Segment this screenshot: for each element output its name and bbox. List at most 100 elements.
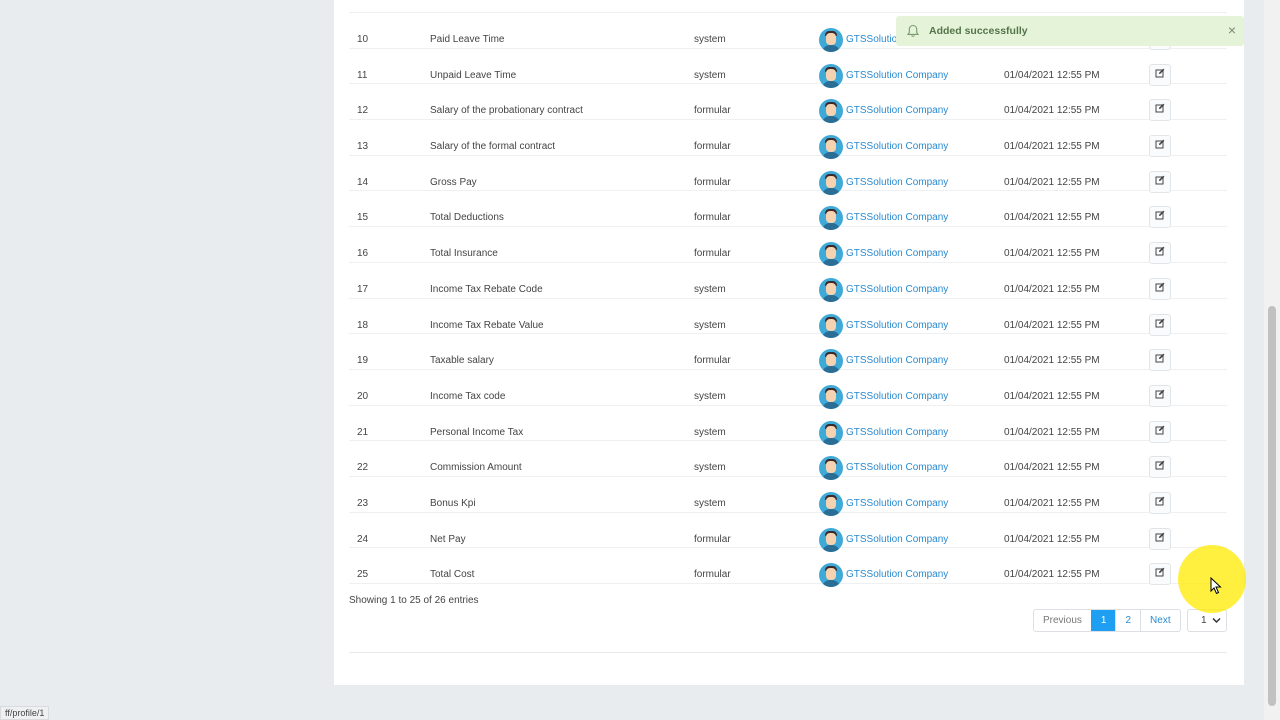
company-link[interactable]: GTSSolution Company	[846, 284, 948, 296]
row-actions	[1149, 63, 1171, 86]
toast-message: Added successfully	[929, 25, 1028, 37]
company-avatar	[819, 563, 843, 588]
edit-button[interactable]	[1149, 206, 1171, 229]
row-date: 01/04/2021 12:55 PM	[1004, 105, 1100, 117]
entries-table: 10 Paid Leave Time system GTSSolution Co…	[349, 0, 1227, 588]
edit-icon	[1155, 210, 1165, 224]
company-link[interactable]: GTSSolution Company	[846, 391, 948, 403]
edit-button[interactable]	[1149, 242, 1171, 265]
close-icon[interactable]: ×	[1228, 23, 1236, 37]
row-actions	[1149, 99, 1171, 122]
table-row: 19 Taxable salary formular GTSSolution C…	[349, 334, 1227, 374]
company-link[interactable]: GTSSolution Company	[846, 70, 948, 82]
row-number: 13	[357, 141, 369, 153]
company-link[interactable]: GTSSolution Company	[846, 248, 948, 260]
edit-button[interactable]	[1149, 313, 1171, 336]
edit-icon	[1155, 175, 1165, 189]
edit-button[interactable]	[1149, 563, 1171, 586]
edit-button[interactable]	[1149, 527, 1171, 550]
row-company: GTSSolution Company	[819, 563, 948, 588]
row-date: 01/04/2021 12:55 PM	[1004, 355, 1100, 367]
table-row: 15 Total Deductions formular GTSSolution…	[349, 191, 1227, 231]
row-type: system	[694, 497, 726, 509]
edit-icon	[1155, 567, 1165, 581]
scrollbar-thumb[interactable]	[1268, 306, 1276, 706]
row-name: Personal Income Tax	[430, 426, 524, 438]
company-link[interactable]: GTSSolution Company	[846, 141, 948, 153]
row-number: 16	[357, 248, 369, 260]
row-actions	[1149, 527, 1171, 550]
page-scrollbar[interactable]	[1264, 0, 1280, 720]
page-1-button[interactable]: 1	[1090, 610, 1116, 631]
company-link[interactable]: GTSSolution Company	[846, 427, 948, 439]
edit-icon	[1155, 68, 1165, 82]
row-name: Gross Pay	[430, 176, 477, 188]
edit-icon	[1155, 318, 1165, 332]
bell-icon	[906, 24, 920, 38]
row-type: formular	[694, 248, 731, 260]
table-row: 25 Total Cost formular GTSSolution Compa…	[349, 548, 1227, 588]
row-date: 01/04/2021 12:55 PM	[1004, 533, 1100, 545]
row-actions	[1149, 313, 1171, 336]
row-actions	[1149, 135, 1171, 158]
edit-icon	[1155, 389, 1165, 403]
table-row: 21 Personal Income Tax system GTSSolutio…	[349, 406, 1227, 445]
row-actions	[1149, 170, 1171, 193]
row-number: 22	[357, 462, 369, 474]
row-name: Income Tax Rebate Value	[430, 319, 544, 331]
edit-button[interactable]	[1149, 63, 1171, 86]
previous-button[interactable]: Previous	[1034, 610, 1091, 631]
edit-button[interactable]	[1149, 170, 1171, 193]
row-number: 17	[357, 283, 369, 295]
edit-button[interactable]	[1149, 135, 1171, 158]
row-number: 24	[357, 533, 369, 545]
company-link[interactable]: GTSSolution Company	[846, 320, 948, 332]
row-number: 19	[357, 355, 369, 367]
row-date: 01/04/2021 12:55 PM	[1004, 426, 1100, 438]
company-link[interactable]: GTSSolution Company	[846, 534, 948, 546]
pagination: Previous 1 2 Next	[1033, 609, 1181, 632]
chevron-down-icon	[1212, 610, 1221, 639]
row-type: formular	[694, 355, 731, 367]
row-number: 15	[357, 212, 369, 224]
edit-icon	[1155, 282, 1165, 296]
row-actions	[1149, 420, 1171, 443]
row-name: Taxable salary	[430, 355, 494, 367]
table-row: 18 Income Tax Rebate Value system GTSSol…	[349, 299, 1227, 338]
edit-button[interactable]	[1149, 491, 1171, 514]
next-button[interactable]: Next	[1140, 610, 1180, 631]
edit-button[interactable]	[1149, 99, 1171, 122]
table-row: 24 Net Pay formular GTSSolution Company …	[349, 513, 1227, 552]
success-toast: Added successfully ×	[896, 16, 1244, 46]
row-date: 01/04/2021 12:55 PM	[1004, 141, 1100, 153]
row-name: Paid Leave Time	[430, 34, 505, 45]
edit-button[interactable]	[1149, 349, 1171, 372]
row-type: system	[694, 426, 726, 438]
company-link[interactable]: GTSSolution Company	[846, 212, 948, 224]
edit-button[interactable]	[1149, 384, 1171, 407]
edit-icon	[1155, 460, 1165, 474]
company-link[interactable]: GTSSolution Company	[846, 462, 948, 474]
edit-button[interactable]	[1149, 277, 1171, 300]
row-date: 01/04/2021 12:55 PM	[1004, 248, 1100, 260]
edit-icon	[1155, 353, 1165, 367]
company-link[interactable]: GTSSolution Company	[846, 105, 948, 117]
company-link[interactable]: GTSSolution Company	[846, 355, 948, 367]
page-2-button[interactable]: 2	[1115, 610, 1140, 631]
table-row: 17 Income Tax Rebate Code system GTSSolu…	[349, 263, 1227, 302]
row-name: Income Tax Rebate Code	[430, 283, 543, 295]
row-name: Income Tax code	[430, 390, 506, 402]
row-name: Unpaid Leave Time	[430, 69, 517, 81]
row-number: 20	[357, 390, 369, 402]
row-date: 01/04/2021 12:55 PM	[1004, 390, 1100, 402]
edit-button[interactable]	[1149, 420, 1171, 443]
company-link[interactable]: GTSSolution Company	[846, 177, 948, 189]
row-date: 01/04/2021 12:55 PM	[1004, 569, 1100, 581]
row-date: 01/04/2021 12:55 PM	[1004, 212, 1100, 224]
company-link[interactable]: GTSSolution Company	[846, 498, 948, 510]
row-type: formular	[694, 141, 731, 153]
company-link[interactable]: GTSSolution Company	[846, 569, 948, 581]
row-name: Salary of the probationary contract	[430, 105, 583, 117]
edit-icon	[1155, 246, 1165, 260]
edit-button[interactable]	[1149, 456, 1171, 479]
